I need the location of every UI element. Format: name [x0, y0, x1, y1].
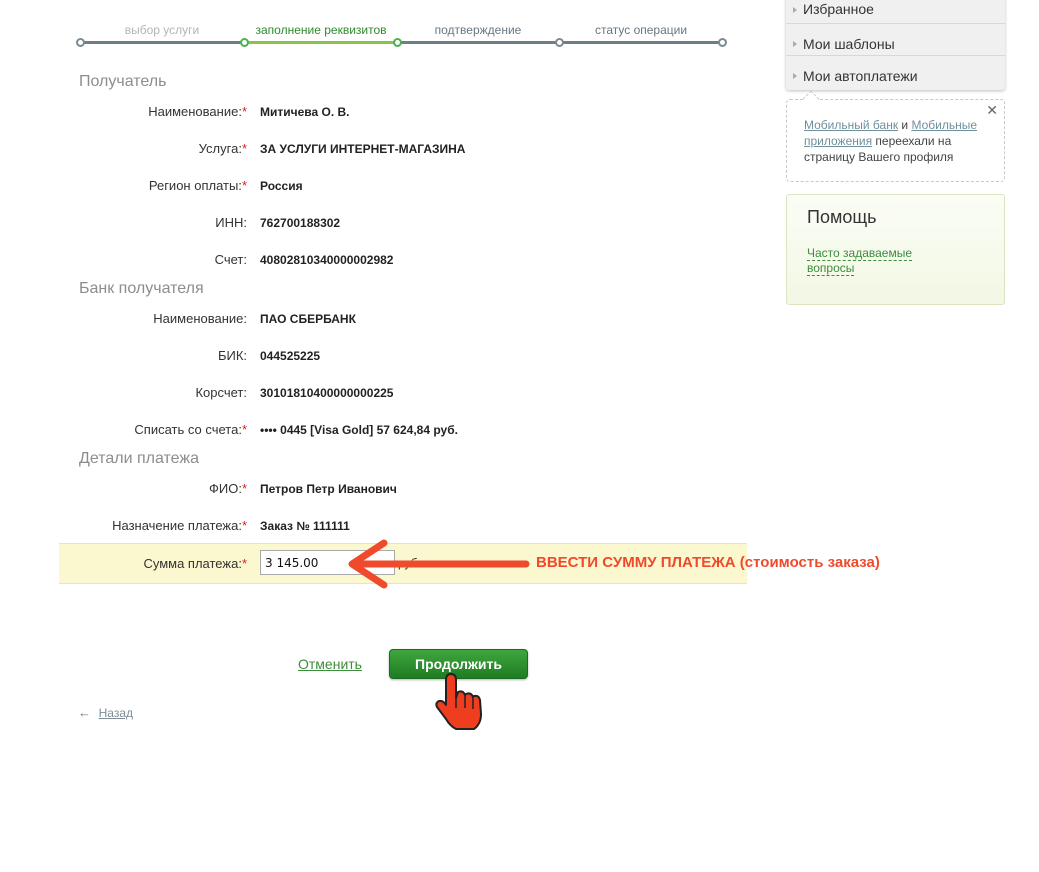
help-panel: Помощь Часто задаваемые вопросы: [786, 194, 1005, 305]
step-label-status: статус операции: [594, 23, 688, 37]
step-label-fill-details: заполнение реквизитов: [255, 23, 387, 37]
triangle-right-icon: [793, 73, 797, 79]
mobile-notice: ✕ Мобильный банк и Мобильные приложения …: [786, 90, 1005, 182]
step-dot-4: [555, 38, 564, 47]
field-label: БИК:: [217, 348, 247, 363]
field-value: ПАО СБЕРБАНК: [260, 312, 356, 326]
progress-track: [80, 41, 724, 44]
sidebar-item-label: Избранное: [803, 1, 874, 17]
step-label-select-service: выбор услуги: [124, 23, 200, 37]
field-purpose: Назначение платежа:* Заказ № 111111: [60, 516, 746, 536]
field-recipient-name: Наименование:* Митичева О. В.: [60, 102, 746, 122]
faq-link[interactable]: Часто задаваемые вопросы: [807, 246, 927, 276]
field-value: Заказ № 111111: [260, 519, 350, 533]
sidebar-item-favorites[interactable]: Избранное: [786, 0, 1005, 24]
back-link[interactable]: Назад: [99, 706, 133, 720]
triangle-right-icon: [793, 7, 797, 13]
annotation-arrow: [348, 539, 530, 589]
help-title: Помощь: [807, 207, 877, 227]
field-bik: БИК: 044525225: [60, 346, 746, 366]
field-label: Корсчет:: [195, 385, 247, 400]
field-label: ФИО:*: [208, 481, 247, 496]
progress-steps: выбор услуги заполнение реквизитов подтв…: [76, 20, 727, 52]
section-title-details: Детали платежа: [79, 450, 199, 467]
field-fio: ФИО:* Петров Петр Иванович: [60, 479, 746, 499]
field-label: Сумма платежа:*: [143, 556, 247, 571]
cancel-link[interactable]: Отменить: [298, 656, 362, 672]
step-dot-2: [240, 38, 249, 47]
step-dot-3: [393, 38, 402, 47]
field-label: ИНН:: [215, 215, 247, 230]
field-label: Наименование:*: [148, 104, 247, 119]
annotation-text: ВВЕСТИ СУММУ ПЛАТЕЖА (стоимость заказа): [536, 554, 880, 571]
mobile-bank-link[interactable]: Мобильный банк: [804, 118, 898, 132]
sidebar-item-label: Мои автоплатежи: [803, 68, 918, 84]
back-nav: ← Назад: [78, 705, 133, 720]
triangle-right-icon: [793, 41, 797, 47]
progress-track-done: [244, 41, 397, 44]
field-label: Списать со счета:*: [134, 422, 247, 437]
field-label: Наименование:: [153, 311, 247, 326]
field-label: Назначение платежа:*: [112, 518, 247, 533]
sidebar-menu: Избранное Мои шаблоны Мои автоплатежи: [786, 0, 1005, 90]
section-title-bank: Банк получателя: [79, 280, 204, 297]
sidebar-item-autopayments[interactable]: Мои автоплатежи: [786, 56, 1005, 90]
field-debit-account[interactable]: Списать со счета:* •••• 0445 [Visa Gold]…: [60, 420, 746, 440]
field-bank-name: Наименование: ПАО СБЕРБАНК: [60, 309, 746, 329]
sidebar-item-label: Мои шаблоны: [803, 36, 895, 52]
field-value: Митичева О. В.: [260, 105, 350, 119]
field-value: 762700188302: [260, 216, 341, 230]
step-dot-1: [76, 38, 85, 47]
field-inn: ИНН: 762700188302: [60, 213, 746, 233]
section-title-recipient: Получатель: [79, 73, 167, 90]
field-label: Услуга:*: [198, 141, 247, 156]
field-label: Счет:: [214, 252, 247, 267]
close-icon[interactable]: ✕: [986, 102, 998, 118]
step-dot-5: [718, 38, 727, 47]
back-arrow-icon: ←: [78, 705, 91, 720]
field-value: 044525225: [260, 349, 321, 363]
field-service: Услуга:* ЗА УСЛУГИ ИНТЕРНЕТ-МАГАЗИНА: [60, 139, 746, 159]
field-value: 40802810340000002982: [260, 253, 394, 267]
debit-account-select[interactable]: •••• 0445 [Visa Gold] 57 624,84 руб.: [260, 423, 458, 437]
field-account: Счет: 40802810340000002982: [60, 250, 746, 270]
field-label: Регион оплаты:*: [148, 178, 247, 193]
notice-text: и: [898, 118, 912, 132]
pointer-hand-icon: [435, 673, 482, 730]
field-corr-account: Корсчет: 30101810400000000225: [60, 383, 746, 403]
step-label-confirm: подтверждение: [434, 23, 522, 37]
field-value: ЗА УСЛУГИ ИНТЕРНЕТ-МАГАЗИНА: [260, 142, 466, 156]
field-region: Регион оплаты:* Россия: [60, 176, 746, 196]
field-value: Россия: [260, 179, 303, 193]
notice-pointer: [802, 90, 820, 108]
field-value: Петров Петр Иванович: [260, 482, 397, 496]
sidebar-item-templates[interactable]: Мои шаблоны: [786, 24, 1005, 56]
field-value: 30101810400000000225: [260, 386, 394, 400]
